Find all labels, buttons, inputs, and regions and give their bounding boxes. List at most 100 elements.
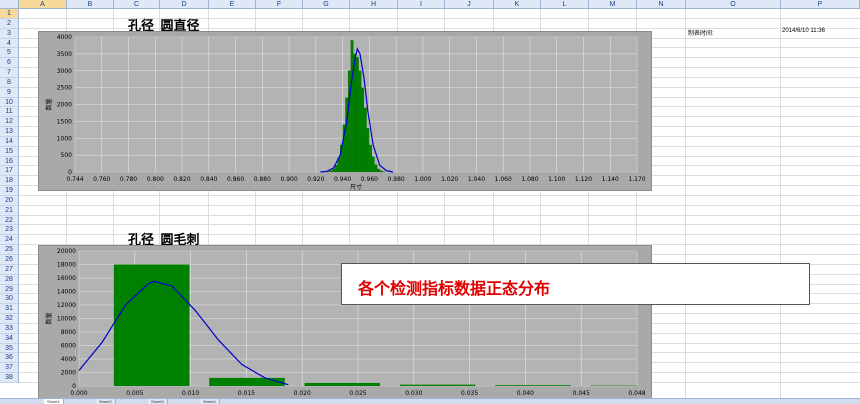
- sheet-tab[interactable]: Sheet3: [148, 399, 168, 404]
- chart1-x-tick: 0.880: [254, 176, 271, 183]
- chart1-bar: [363, 107, 367, 173]
- column-header-M[interactable]: M: [589, 0, 637, 9]
- sheet-tab[interactable]: Sheet2: [96, 399, 116, 404]
- row-gridline: [19, 224, 860, 226]
- row-header-3[interactable]: 3: [0, 28, 19, 39]
- chart1-x-tick: 1.140: [602, 176, 619, 183]
- chart1-bar: [374, 164, 378, 173]
- row-header-24[interactable]: 24: [0, 235, 19, 246]
- column-header-H[interactable]: H: [350, 0, 398, 9]
- column-header-O[interactable]: O: [686, 0, 781, 9]
- row-header-15[interactable]: 15: [0, 146, 19, 157]
- chart2-x-tick: 0.000: [70, 390, 87, 397]
- column-header-J[interactable]: J: [445, 0, 494, 9]
- sheet-tab[interactable]: Sheet1: [44, 399, 64, 404]
- chart1-x-tick: 0.980: [388, 176, 405, 183]
- column-header-E[interactable]: E: [209, 0, 256, 9]
- row-header-21[interactable]: 21: [0, 205, 19, 216]
- row-header-28[interactable]: 28: [0, 274, 19, 285]
- row-header-34[interactable]: 34: [0, 333, 19, 344]
- chart1-bar: [329, 170, 333, 173]
- row-header-36[interactable]: 36: [0, 353, 19, 364]
- column-header-A[interactable]: A: [19, 0, 67, 9]
- sheet-tab[interactable]: Sheet4: [200, 399, 220, 404]
- row-header-9[interactable]: 9: [0, 87, 19, 98]
- chart2-y-tick: 0: [72, 383, 76, 390]
- chart1-bar: [355, 57, 359, 173]
- chart2-x-tick: 0.045: [573, 390, 590, 397]
- row-header-31[interactable]: 31: [0, 304, 19, 315]
- row-header-7[interactable]: 7: [0, 68, 19, 78]
- chart1-x-label: 尺寸: [350, 183, 362, 190]
- chart2-bar: [495, 385, 571, 386]
- chart1-x-tick: 0.780: [120, 176, 137, 183]
- column-header-K[interactable]: K: [494, 0, 541, 9]
- info-value-cell[interactable]: 2014/6/10 11:36: [782, 28, 825, 34]
- column-header-P[interactable]: P: [781, 0, 860, 9]
- chart2-bar: [304, 382, 381, 386]
- column-header-G[interactable]: G: [303, 0, 350, 9]
- chart1-y-tick: 500: [61, 152, 73, 159]
- row-header-23[interactable]: 23: [0, 225, 19, 236]
- row-header-18[interactable]: 18: [0, 176, 19, 187]
- column-header-C[interactable]: C: [114, 0, 160, 9]
- chart1-bar: [371, 156, 375, 173]
- row-header-25[interactable]: 25: [0, 245, 19, 255]
- row-header-19[interactable]: 19: [0, 186, 19, 196]
- info-label-cell[interactable]: 制表时间:: [688, 28, 714, 37]
- row-header-12[interactable]: 12: [0, 117, 19, 128]
- row-header-35[interactable]: 35: [0, 343, 19, 354]
- chart2-y-tick: 20000: [57, 248, 76, 255]
- row-header-1[interactable]: 1: [0, 9, 19, 19]
- chart1-y-tick: 0: [68, 169, 72, 176]
- chart1-x-tick: 0.820: [173, 176, 190, 183]
- row-header-37[interactable]: 37: [0, 363, 19, 374]
- row-header-6[interactable]: 6: [0, 58, 19, 69]
- chart1-y-tick: 3500: [57, 51, 72, 58]
- chart2-x-tick: 0.048: [628, 390, 645, 397]
- chart2-y-tick: 4000: [61, 356, 76, 363]
- column-header-B[interactable]: B: [67, 0, 114, 9]
- chart1-bar: [361, 87, 365, 173]
- column-header-D[interactable]: D: [160, 0, 209, 9]
- column-header-F[interactable]: F: [256, 0, 303, 9]
- row-gridline: [19, 204, 860, 206]
- chart1[interactable]: 0 500 1000 1500 2000 2500 3000 3500 4000 0.744 0.7…: [38, 31, 652, 191]
- spreadsheet[interactable]: ABCDEFGHIJKLMNOP 1 2 3 4 5 6 7 8 9 10 11 12 13 14 15 16…: [0, 0, 860, 404]
- row-header-17[interactable]: 17: [0, 166, 19, 177]
- row-header-20[interactable]: 20: [0, 195, 19, 206]
- column-header-L[interactable]: L: [541, 0, 589, 9]
- row-header-16[interactable]: 16: [0, 156, 19, 167]
- row-header-8[interactable]: 8: [0, 77, 19, 88]
- row-header-38[interactable]: 38: [0, 373, 19, 383]
- annotation-textbox[interactable]: 各个检测指标数据正态分布: [341, 263, 810, 305]
- row-header-30[interactable]: 30: [0, 294, 19, 305]
- row-header-22[interactable]: 22: [0, 215, 19, 226]
- row-header-2[interactable]: 2: [0, 18, 19, 29]
- chart1-y-tick: 1500: [57, 118, 72, 125]
- chart1-bar: [347, 70, 351, 173]
- chart1-x-tick: 1.120: [575, 176, 592, 183]
- row-header-10[interactable]: 10: [0, 97, 19, 108]
- row-header-29[interactable]: 29: [0, 284, 19, 295]
- row-header-11[interactable]: 11: [0, 107, 19, 118]
- row-header-32[interactable]: 32: [0, 314, 19, 324]
- column-gridline: [685, 9, 686, 398]
- row-header-26[interactable]: 26: [0, 255, 19, 265]
- row-header-33[interactable]: 33: [0, 323, 19, 334]
- row-header-5[interactable]: 5: [0, 48, 19, 59]
- column-header-I[interactable]: I: [398, 0, 445, 9]
- chart2-x-tick: 0.005: [126, 390, 143, 397]
- chart2-y-tick: 2000: [61, 370, 76, 377]
- sheet-tab-bar[interactable]: Sheet1 Sheet2 Sheet3 Sheet4: [0, 398, 860, 404]
- row-header-27[interactable]: 27: [0, 264, 19, 275]
- row-header-14[interactable]: 14: [0, 136, 19, 147]
- chart1-y-tick: 3000: [57, 68, 72, 75]
- chart2-x-tick: 0.020: [294, 390, 311, 397]
- select-all-corner[interactable]: [0, 0, 19, 9]
- row-header-4[interactable]: 4: [0, 38, 19, 49]
- annotation-text: 各个检测指标数据正态分布: [358, 279, 551, 298]
- row-header-13[interactable]: 13: [0, 127, 19, 137]
- chart2-y-tick: 16000: [57, 275, 76, 282]
- column-header-N[interactable]: N: [637, 0, 686, 9]
